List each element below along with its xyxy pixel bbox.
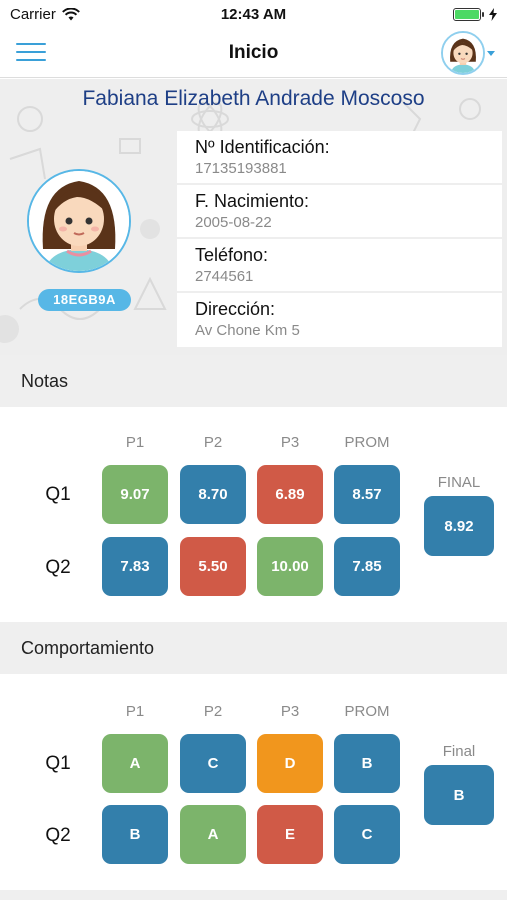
info-row-telefono: Teléfono: 2744561	[177, 239, 502, 293]
menu-line	[16, 43, 46, 45]
final-label: Final	[442, 743, 476, 760]
grade-cell[interactable]: 5.50	[180, 537, 246, 596]
row-header: Q1	[45, 753, 71, 774]
behavior-cell[interactable]: E	[257, 805, 323, 864]
comportamiento-grid: P1 P2 P3 PROM Q1 Q2 A C D B B A E C Fina…	[0, 674, 507, 890]
section-header-notas: Notas	[0, 355, 507, 407]
column-header: PROM	[344, 434, 390, 451]
info-row-direccion: Dirección: Av Chone Km 5	[177, 293, 502, 347]
info-label: Teléfono:	[195, 245, 269, 265]
info-row-identificacion: Nº Identificación: 17135193881	[177, 131, 502, 185]
column-header: P2	[203, 703, 223, 720]
column-header: P1	[125, 434, 145, 451]
notas-grid: P1 P2 P3 PROM Q1 Q2 9.07 8.70 6.89 8.57 …	[0, 407, 507, 622]
final-grade-cell[interactable]: 8.92	[424, 496, 494, 556]
status-left: Carrier	[10, 6, 80, 23]
behavior-cell[interactable]: C	[180, 734, 246, 793]
final-label: FINAL	[437, 474, 481, 491]
column-header: P2	[203, 434, 223, 451]
grade-cell[interactable]: 6.89	[257, 465, 323, 524]
grade-cell[interactable]: 8.57	[334, 465, 400, 524]
info-label: Nº Identificación:	[195, 137, 330, 157]
student-avatar	[27, 169, 131, 273]
student-name: Fabiana Elizabeth Andrade Moscoso	[82, 87, 425, 110]
status-bar: Carrier 12:43 AM	[0, 0, 507, 28]
info-value: 2744561	[195, 268, 254, 285]
status-right	[453, 7, 497, 21]
row-header: Q2	[45, 825, 71, 846]
behavior-cell[interactable]: A	[180, 805, 246, 864]
info-value: Av Chone Km 5	[195, 322, 300, 339]
navigation-bar: Inicio	[0, 28, 507, 78]
behavior-cell[interactable]: A	[102, 734, 168, 793]
chevron-down-icon	[487, 50, 495, 56]
grade-cell[interactable]: 10.00	[257, 537, 323, 596]
section-header-comportamiento: Comportamiento	[0, 622, 507, 674]
menu-line	[16, 59, 46, 61]
row-header: Q2	[45, 557, 71, 578]
info-value: 17135193881	[195, 160, 287, 177]
battery-icon	[453, 7, 484, 21]
grade-cell[interactable]: 8.70	[180, 465, 246, 524]
column-header: P3	[280, 703, 300, 720]
row-header: Q1	[45, 484, 71, 505]
info-value: 2005-08-22	[195, 214, 272, 231]
info-label: F. Nacimiento:	[195, 191, 310, 211]
column-header: P3	[280, 434, 300, 451]
bottom-divider	[0, 890, 507, 900]
info-row-nacimiento: F. Nacimiento: 2005-08-22	[177, 185, 502, 239]
hamburger-menu-button[interactable]	[16, 40, 46, 64]
grade-cell[interactable]: 7.83	[102, 537, 168, 596]
page-title: Inicio	[228, 41, 279, 63]
column-header: P1	[125, 703, 145, 720]
menu-line	[16, 51, 46, 53]
student-code-badge: 18EGB9A	[38, 289, 131, 311]
behavior-cell[interactable]: C	[334, 805, 400, 864]
charging-bolt-icon	[489, 7, 497, 21]
carrier-label: Carrier	[10, 5, 56, 23]
final-behavior-cell[interactable]: B	[424, 765, 494, 825]
grade-cell[interactable]: 7.85	[334, 537, 400, 596]
behavior-cell[interactable]: D	[257, 734, 323, 793]
behavior-cell[interactable]: B	[102, 805, 168, 864]
behavior-cell[interactable]: B	[334, 734, 400, 793]
wifi-icon	[61, 7, 80, 20]
profile-menu-button[interactable]	[441, 31, 495, 75]
student-info-card: Nº Identificación: 17135193881 F. Nacimi…	[177, 131, 502, 347]
info-label: Dirección:	[195, 299, 276, 319]
grade-cell[interactable]: 9.07	[102, 465, 168, 524]
student-avatar-icon	[441, 31, 485, 75]
student-profile: Fabiana Elizabeth Andrade Moscoso 18EGB9…	[0, 79, 507, 355]
column-header: PROM	[344, 703, 390, 720]
